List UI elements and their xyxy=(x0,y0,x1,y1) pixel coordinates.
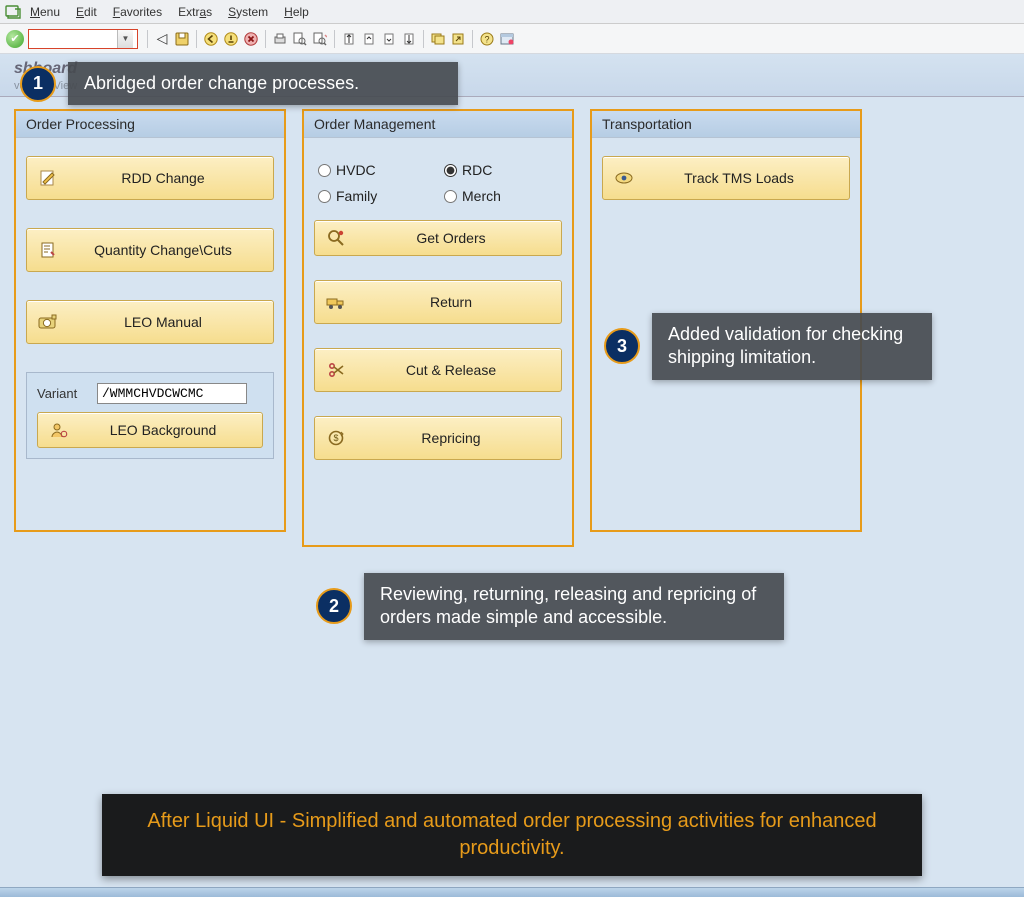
track-tms-label: Track TMS Loads xyxy=(639,170,839,186)
footer-message: After Liquid UI - Simplified and automat… xyxy=(102,794,922,876)
separator xyxy=(423,30,424,48)
panel-title-order-management: Order Management xyxy=(304,111,572,138)
return-label: Return xyxy=(351,294,551,310)
exit-icon[interactable] xyxy=(222,30,240,48)
variant-input[interactable] xyxy=(97,383,247,404)
page-down-icon[interactable] xyxy=(380,30,398,48)
quantity-change-button[interactable]: Quantity Change\Cuts xyxy=(26,228,274,272)
session-icon xyxy=(4,3,22,21)
panel-order-processing: Order Processing RDD Change Quantity Cha… xyxy=(14,109,286,532)
separator xyxy=(334,30,335,48)
get-orders-button[interactable]: Get Orders xyxy=(314,220,562,256)
shortcut-icon[interactable] xyxy=(449,30,467,48)
panel-title-transportation: Transportation xyxy=(592,111,860,138)
bottom-strip xyxy=(0,887,1024,897)
page-last-icon[interactable] xyxy=(400,30,418,48)
rdd-change-button[interactable]: RDD Change xyxy=(26,156,274,200)
clipboard-icon xyxy=(37,239,59,261)
radio-hvdc[interactable]: HVDC xyxy=(318,162,432,178)
repricing-label: Repricing xyxy=(351,430,551,446)
find-icon[interactable] xyxy=(291,30,309,48)
menu-item-system[interactable]: System xyxy=(228,5,268,19)
callout-badge-3: 3 xyxy=(604,328,640,364)
menu-item-extras[interactable]: Extras xyxy=(178,5,212,19)
command-field[interactable]: ▼ xyxy=(28,29,138,49)
return-button[interactable]: Return xyxy=(314,280,562,324)
menu-item-edit[interactable]: Edit xyxy=(76,5,97,19)
separator xyxy=(196,30,197,48)
find-next-icon[interactable] xyxy=(311,30,329,48)
quantity-change-label: Quantity Change\Cuts xyxy=(63,242,263,258)
cut-release-button[interactable]: Cut & Release xyxy=(314,348,562,392)
callout-1: 1 Abridged order change processes. xyxy=(20,62,458,105)
pencil-icon xyxy=(37,167,59,189)
layout-icon[interactable] xyxy=(498,30,516,48)
panel-title-order-processing: Order Processing xyxy=(16,111,284,138)
menu-bar: Menu Edit Favorites Extras System Help xyxy=(0,0,1024,24)
callout-badge-2: 2 xyxy=(316,588,352,624)
cut-release-label: Cut & Release xyxy=(351,362,551,378)
callout-3: 3 Added validation for checking shipping… xyxy=(604,313,932,380)
work-area: Order Processing RDD Change Quantity Cha… xyxy=(0,97,1024,897)
radio-rdc[interactable]: RDC xyxy=(444,162,558,178)
back-arrow-icon[interactable] xyxy=(202,30,220,48)
radio-merch[interactable]: Merch xyxy=(444,188,558,204)
separator xyxy=(472,30,473,48)
callout-text-2: Reviewing, returning, releasing and repr… xyxy=(364,573,784,640)
help-icon[interactable]: ? xyxy=(478,30,496,48)
repricing-button[interactable]: $ Repricing xyxy=(314,416,562,460)
page-up-icon[interactable] xyxy=(360,30,378,48)
menu-item-menu[interactable]: Menu xyxy=(30,5,60,19)
person-cog-icon xyxy=(48,419,70,441)
command-dropdown[interactable]: ▼ xyxy=(117,30,133,48)
print-icon[interactable] xyxy=(271,30,289,48)
leo-background-box: Variant LEO Background xyxy=(26,372,274,459)
eye-icon xyxy=(613,167,635,189)
callout-2: 2 Reviewing, returning, releasing and re… xyxy=(316,573,784,640)
back-icon[interactable]: ◁ xyxy=(153,30,171,48)
new-session-icon[interactable] xyxy=(429,30,447,48)
refresh-money-icon: $ xyxy=(325,427,347,449)
toolbar: ✔ ▼ ◁ ? xyxy=(0,24,1024,54)
panel-order-management: Order Management HVDC RDC Family Merch G… xyxy=(302,109,574,547)
leo-manual-label: LEO Manual xyxy=(63,314,263,330)
get-orders-label: Get Orders xyxy=(351,230,551,246)
callout-text-3: Added validation for checking shipping l… xyxy=(652,313,932,380)
leo-manual-button[interactable]: LEO Manual xyxy=(26,300,274,344)
radio-family[interactable]: Family xyxy=(318,188,432,204)
command-input[interactable] xyxy=(29,32,117,46)
menu-item-favorites[interactable]: Favorites xyxy=(113,5,162,19)
separator xyxy=(147,30,148,48)
rdd-change-label: RDD Change xyxy=(63,170,263,186)
svg-text:?: ? xyxy=(484,34,489,44)
enter-icon[interactable]: ✔ xyxy=(6,30,24,48)
track-tms-button[interactable]: Track TMS Loads xyxy=(602,156,850,200)
order-type-radio-group: HVDC RDC Family Merch xyxy=(314,156,562,220)
leo-background-button[interactable]: LEO Background xyxy=(37,412,263,448)
save-icon[interactable] xyxy=(173,30,191,48)
truck-icon xyxy=(325,291,347,313)
scissors-icon xyxy=(325,359,347,381)
separator xyxy=(265,30,266,48)
camera-icon xyxy=(37,311,59,333)
page-first-icon[interactable] xyxy=(340,30,358,48)
callout-text-1: Abridged order change processes. xyxy=(68,62,458,105)
cancel-icon[interactable] xyxy=(242,30,260,48)
variant-label: Variant xyxy=(37,386,89,401)
leo-background-label: LEO Background xyxy=(74,422,252,438)
svg-text:$: $ xyxy=(333,433,338,443)
callout-badge-1: 1 xyxy=(20,66,56,102)
menu-item-help[interactable]: Help xyxy=(284,5,309,19)
search-icon xyxy=(325,227,347,249)
